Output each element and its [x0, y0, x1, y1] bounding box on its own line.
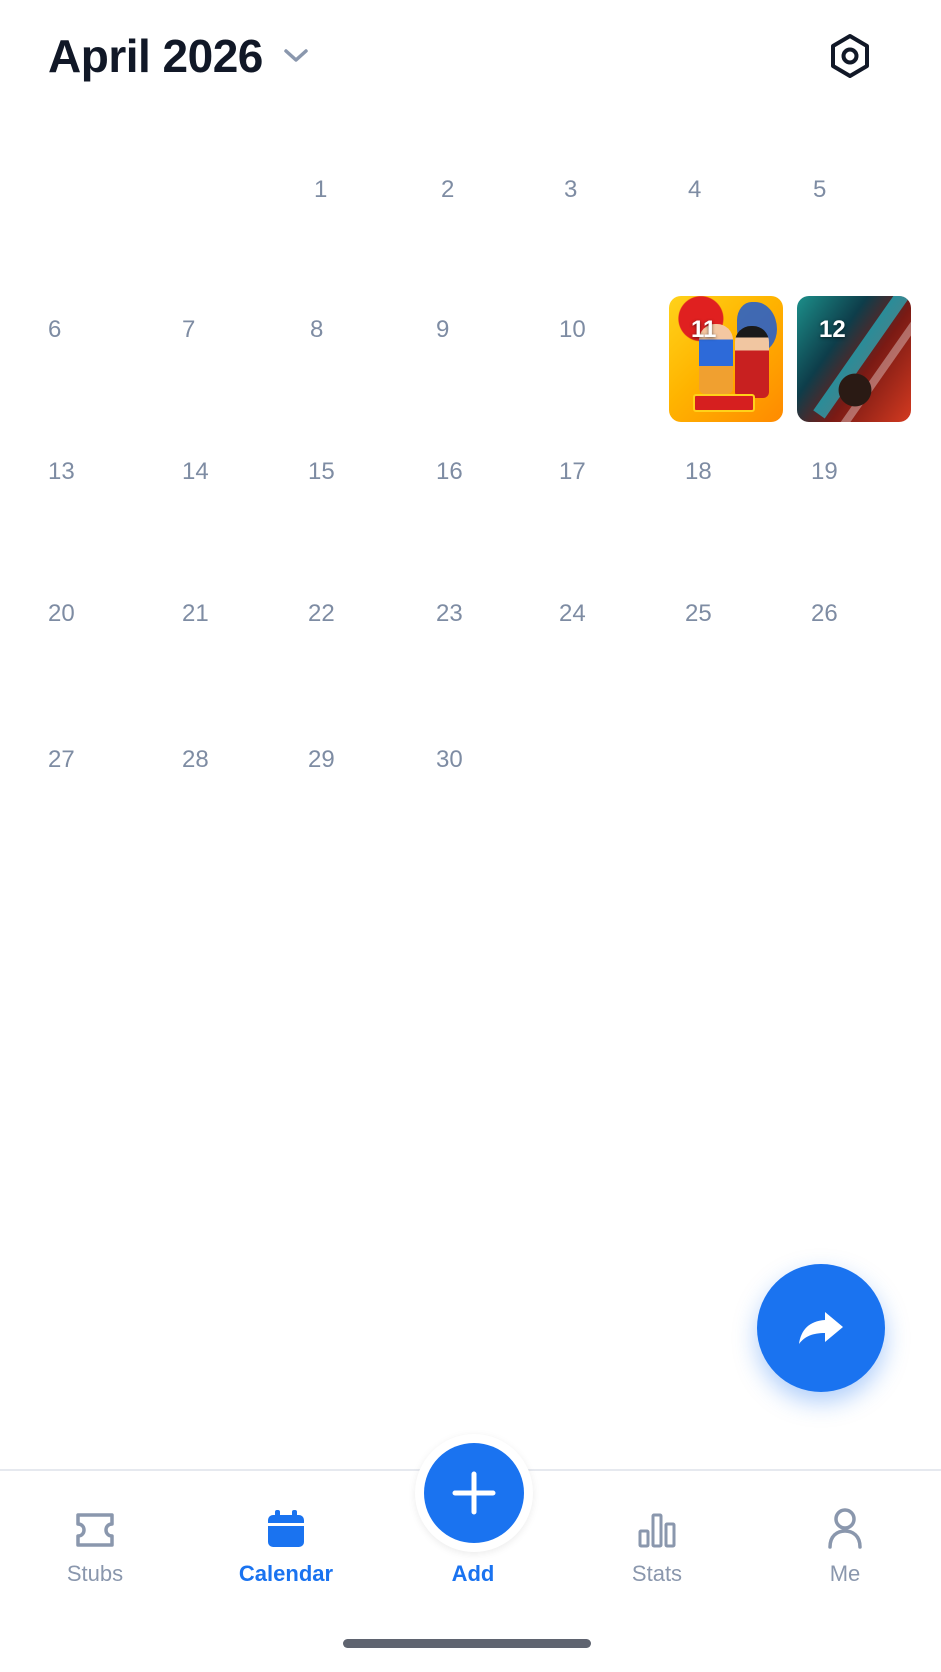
settings-button[interactable]: [825, 31, 875, 81]
day-cell[interactable]: 26: [797, 594, 917, 720]
day-number: 14: [182, 458, 209, 485]
ticket-icon: [76, 1513, 114, 1547]
day-number: 19: [811, 458, 838, 485]
day-cell[interactable]: 29: [294, 740, 414, 866]
day-number: 2: [441, 176, 455, 203]
header: April 2026: [48, 24, 311, 88]
day-cell[interactable]: 20: [34, 594, 154, 720]
day-number: 8: [310, 316, 324, 343]
poster-art: [735, 326, 769, 398]
day-number: 21: [182, 600, 209, 627]
month-title[interactable]: April 2026: [48, 29, 263, 83]
day-cell[interactable]: 15: [294, 452, 414, 578]
plus-icon: [452, 1471, 496, 1515]
nav-stubs[interactable]: Stubs: [25, 1503, 165, 1603]
day-number: 15: [308, 458, 335, 485]
day-number: 7: [182, 316, 196, 343]
day-number: 11: [691, 316, 717, 343]
day-cell[interactable]: 13: [34, 452, 154, 578]
home-indicator: [343, 1639, 591, 1648]
day-number: 16: [436, 458, 463, 485]
day-cell[interactable]: 8: [296, 310, 416, 436]
nav-label: Calendar: [238, 1561, 334, 1586]
day-number: 27: [48, 746, 75, 773]
day-number: 22: [308, 600, 335, 627]
nav-calendar[interactable]: Calendar: [216, 1503, 356, 1603]
poster-art: [693, 394, 755, 412]
hexagon-settings-icon: [831, 34, 869, 78]
day-number: 29: [308, 746, 335, 773]
day-cell[interactable]: 9: [422, 310, 542, 436]
day-number: 1: [314, 176, 328, 203]
day-number: 10: [559, 316, 586, 343]
day-number: 26: [811, 600, 838, 627]
day-cell[interactable]: 27: [34, 740, 154, 866]
day-number: 6: [48, 316, 62, 343]
day-cell[interactable]: 21: [168, 594, 288, 720]
day-cell[interactable]: 19: [797, 452, 917, 578]
add-button[interactable]: [424, 1443, 524, 1543]
day-cell[interactable]: 30: [422, 740, 542, 866]
day-number: 12: [819, 316, 846, 343]
day-cell[interactable]: 4: [674, 170, 794, 296]
nav-stats[interactable]: Stats: [587, 1503, 727, 1603]
nav-label: Stubs: [66, 1561, 124, 1586]
day-cell[interactable]: 28: [168, 740, 288, 866]
chevron-down-icon[interactable]: [281, 41, 311, 71]
day-number: 17: [559, 458, 586, 485]
day-cell[interactable]: 24: [545, 594, 665, 720]
day-cell[interactable]: 10: [545, 310, 665, 436]
day-number: 5: [813, 176, 827, 203]
day-cell[interactable]: 5: [799, 170, 919, 296]
bar-chart-icon: [638, 1513, 676, 1548]
nav-label: Add: [451, 1561, 495, 1586]
calendar-icon: [268, 1510, 304, 1547]
day-number: 24: [559, 600, 586, 627]
day-number: 13: [48, 458, 75, 485]
person-icon: [828, 1508, 862, 1549]
day-number: 18: [685, 458, 712, 485]
day-cell[interactable]: 22: [294, 594, 414, 720]
day-cell[interactable]: 23: [422, 594, 542, 720]
share-button[interactable]: [757, 1264, 885, 1392]
day-number: 20: [48, 600, 75, 627]
day-number: 23: [436, 600, 463, 627]
day-number: 28: [182, 746, 209, 773]
movie-poster-stub[interactable]: 12: [797, 296, 911, 422]
day-cell[interactable]: 2: [427, 170, 547, 296]
day-cell[interactable]: 3: [550, 170, 670, 296]
day-cell[interactable]: 17: [545, 452, 665, 578]
day-cell[interactable]: 16: [422, 452, 542, 578]
calendar-screen: April 2026 1 2 3 4 5 6 7 8 9 10 11 12 13…: [0, 0, 941, 1672]
day-number: 3: [564, 176, 578, 203]
day-cell[interactable]: 1: [300, 170, 420, 296]
movie-poster-stub[interactable]: 11: [669, 296, 783, 422]
nav-me[interactable]: Me: [775, 1503, 915, 1603]
day-cell[interactable]: 18: [671, 452, 791, 578]
day-number: 25: [685, 600, 712, 627]
day-number: 30: [436, 746, 463, 773]
day-number: 4: [688, 176, 702, 203]
nav-label: Me: [829, 1561, 861, 1586]
day-cell[interactable]: 7: [168, 310, 288, 436]
day-number: 9: [436, 316, 450, 343]
poster-art: [837, 370, 873, 410]
day-cell[interactable]: 14: [168, 452, 288, 578]
nav-label: Stats: [631, 1561, 683, 1586]
day-cell[interactable]: 6: [34, 310, 154, 436]
share-arrow-icon: [799, 1312, 843, 1344]
day-cell[interactable]: 25: [671, 594, 791, 720]
